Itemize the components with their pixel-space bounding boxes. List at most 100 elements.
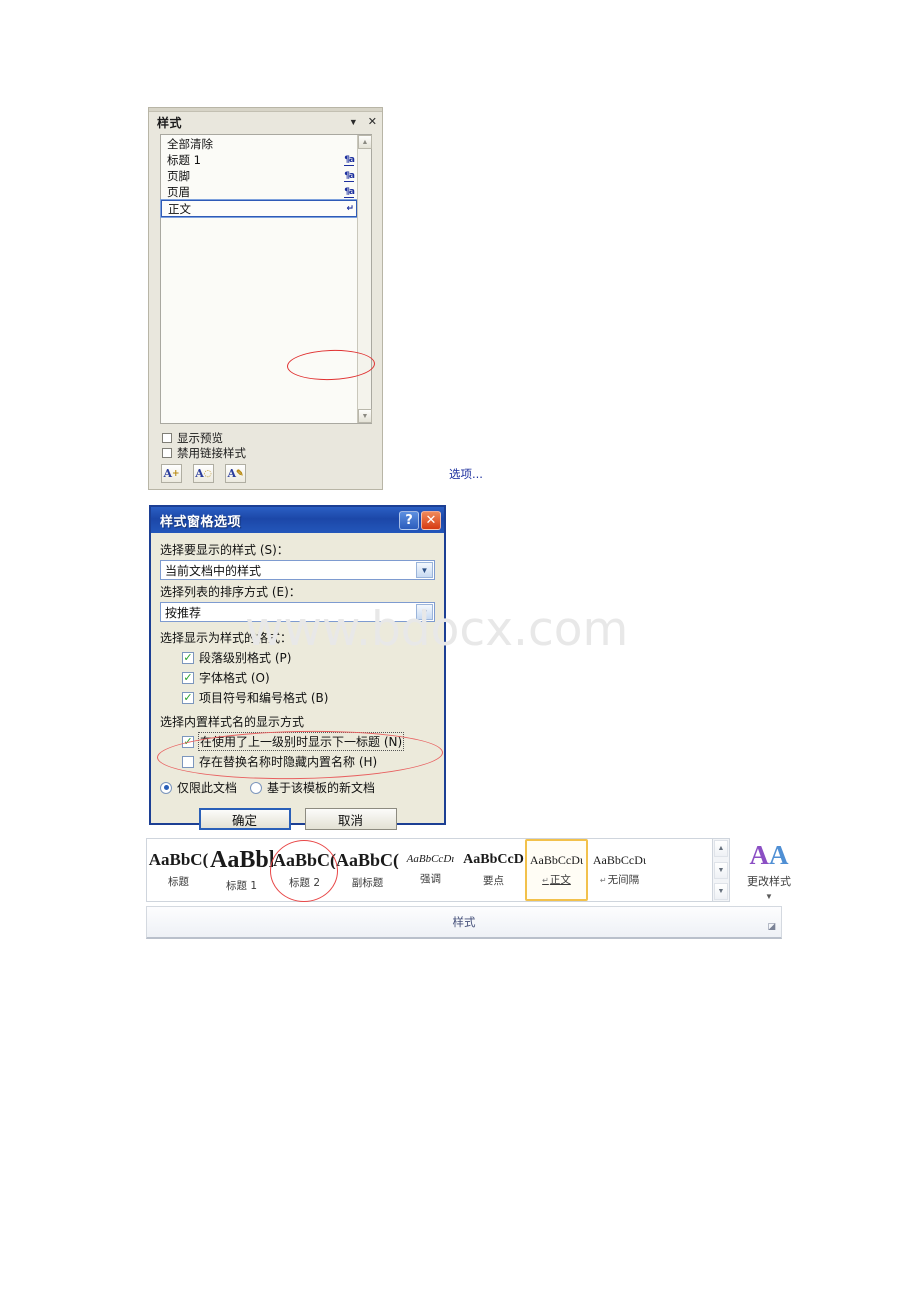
dialog-launcher-icon[interactable]: ◪ [767, 921, 776, 932]
style-preview-sample: AaBbC( [336, 850, 399, 869]
scroll-up-icon[interactable]: ▲ [358, 135, 372, 149]
paragraph-mark-icon: ↵ [599, 875, 607, 885]
gallery-more-icon[interactable]: ▼ [714, 883, 728, 900]
checkbox-label: 存在替换名称时隐藏内置名称 (H) [199, 755, 378, 769]
checkbox-label: 显示预览 [177, 431, 223, 445]
select-styles-label: 选择要显示的样式 (S)： [160, 543, 289, 557]
list-item[interactable]: 页脚 ¶a [161, 168, 357, 184]
show-preview-checkbox[interactable]: 显示预览 [162, 430, 223, 446]
chevron-down-icon[interactable]: ▼ [349, 117, 358, 127]
close-icon[interactable]: ✕ [368, 116, 377, 128]
checkbox-icon [162, 448, 172, 458]
change-styles-label: 更改样式 [747, 875, 791, 888]
show-next-heading-checkbox[interactable]: ✓ 在使用了上一级别时显示下一标题 (N) [182, 732, 435, 751]
styles-list-scrollbar[interactable]: ▲ ▼ [357, 135, 372, 423]
format-section-label: 选择显示为样式的格式： [160, 631, 293, 645]
gallery-item-strong[interactable]: AaBbCcD 要点 [462, 839, 525, 901]
new-style-button[interactable]: A + [161, 464, 182, 483]
sort-order-label: 选择列表的排序方式 (E)： [160, 585, 301, 599]
style-preview-name: 强调 [420, 873, 441, 885]
radio-option-new-documents[interactable]: 基于该模板的新文档 [250, 779, 375, 796]
paragraph-mark-icon: ↵ [542, 875, 549, 885]
style-name: 正文 [168, 201, 191, 216]
font-format-checkbox[interactable]: ✓ 字体格式 (O) [182, 669, 435, 686]
checkbox-label: 禁用链接样式 [177, 446, 246, 460]
style-pane-options-dialog: 样式窗格选项 ? ✕ 选择要显示的样式 (S)： 当前文档中的样式 ▼ 选择列表… [149, 505, 446, 830]
styles-list: 全部清除 标题 1 ¶a 页脚 ¶a 页眉 ¶a 正文 ↵ [160, 135, 358, 218]
dialog-titlebar[interactable]: 样式窗格选项 ? ✕ [151, 507, 444, 533]
checkbox-icon [182, 755, 194, 768]
style-name: 页眉 [167, 185, 190, 199]
options-link[interactable]: 选项... [449, 466, 483, 482]
styles-pane-header: 样式 ▼ ✕ [149, 112, 382, 132]
style-preview-sample: AaBbCcDι [529, 853, 584, 866]
gallery-item-heading1[interactable]: AaBbl 标题 1 [210, 839, 273, 901]
styles-task-pane: 样式 ▼ ✕ 全部清除 标题 1 ¶a 页脚 ¶a 页眉 ¶a 正文 ↵ ▲ ▼… [148, 107, 483, 490]
gallery-item-heading2[interactable]: AaBbC( 标题 2 [273, 839, 336, 901]
manage-styles-button[interactable]: A ✎ [225, 464, 246, 483]
sort-order-dropdown[interactable]: 按推荐 ▼ [160, 602, 435, 622]
gallery-item-no-spacing[interactable]: AaBbCcDι ↵无间隔 [588, 839, 651, 901]
checkbox-checked-icon: ✓ [182, 691, 194, 704]
style-inspector-button[interactable]: A ◌ [193, 464, 214, 483]
chevron-down-icon[interactable]: ▼ [765, 892, 773, 901]
checkbox-label: 在使用了上一级别时显示下一标题 (N) [197, 732, 405, 751]
scroll-down-icon[interactable]: ▼ [714, 861, 728, 879]
select-styles-value: 当前文档中的样式 [165, 563, 262, 578]
hide-builtin-name-checkbox[interactable]: 存在替换名称时隐藏内置名称 (H) [182, 753, 435, 770]
radio-selected-icon[interactable] [160, 781, 172, 794]
radio-label-new-documents: 基于该模板的新文档 [267, 781, 376, 795]
style-preview-name: 标题 2 [288, 876, 321, 889]
ok-button[interactable]: 确定 [198, 808, 291, 830]
style-name: 全部清除 [167, 137, 213, 151]
gallery-item-emphasis[interactable]: AaBbCcDı 强调 [399, 839, 462, 901]
gallery-scrollbar[interactable]: ▲ ▼ ▼ [713, 838, 730, 902]
radio-label-this-document[interactable]: 仅限此文档 [177, 779, 237, 796]
paragraph-mark-icon: ¶a [344, 186, 355, 198]
close-icon[interactable]: ✕ [421, 510, 441, 530]
style-preview-name-text: 正文 [549, 873, 571, 886]
bullet-numbering-format-checkbox[interactable]: ✓ 项目符号和编号格式 (B) [182, 689, 435, 706]
gallery-item-subtitle[interactable]: AaBbC( 副标题 [336, 839, 399, 901]
style-preview-name: 副标题 [351, 876, 384, 889]
checkbox-checked-icon: ✓ [182, 735, 194, 748]
style-preview-sample: AaBbCcDι [592, 853, 647, 866]
list-item[interactable]: 全部清除 [161, 136, 357, 152]
style-preview-sample: AaBbC( [148, 851, 209, 868]
list-item-selected[interactable]: 正文 ↵ [160, 199, 358, 218]
builtin-section-label: 选择内置样式名的显示方式 [160, 715, 305, 729]
style-preview-name: 标题 1 [225, 879, 258, 892]
sort-order-value: 按推荐 [165, 605, 202, 620]
checkbox-label: 段落级别格式 (P) [199, 651, 292, 665]
gallery-item-normal-selected[interactable]: AaBbCcDι ↵正文 [525, 839, 588, 901]
style-name: 页脚 [167, 169, 190, 183]
paragraph-mark-icon: ¶a [344, 154, 355, 166]
help-icon[interactable]: ? [399, 510, 419, 530]
disable-linked-styles-checkbox[interactable]: 禁用链接样式 [162, 445, 246, 461]
select-styles-dropdown[interactable]: 当前文档中的样式 ▼ [160, 560, 435, 580]
new-style-icon: A + [163, 467, 180, 480]
style-preview-name: 要点 [483, 874, 504, 887]
scroll-down-icon[interactable]: ▼ [358, 409, 372, 423]
style-name: 标题 1 [167, 153, 201, 167]
radio-dot [163, 785, 169, 790]
scroll-up-icon[interactable]: ▲ [714, 840, 728, 857]
styles-ribbon-group: AaBbC( 标题 AaBbl 标题 1 AaBbC( 标题 2 AaBbC( … [146, 838, 791, 943]
chevron-down-icon[interactable]: ▼ [416, 562, 433, 578]
list-item[interactable]: 标题 1 ¶a [161, 152, 357, 168]
cancel-button[interactable]: 取消 [304, 808, 397, 830]
style-preview-name: 标题 [168, 876, 189, 888]
dialog-body: 选择要显示的样式 (S)： 当前文档中的样式 ▼ 选择列表的排序方式 (E)： … [151, 533, 444, 830]
paragraph-mark-icon: ↵ [346, 203, 353, 214]
styles-pane-title: 样式 [157, 115, 183, 130]
style-preview-name: ↵正文 [542, 872, 571, 887]
ribbon-group-name: 样式 [452, 915, 476, 929]
styles-list-box[interactable]: 全部清除 标题 1 ¶a 页脚 ¶a 页眉 ¶a 正文 ↵ ▲ ▼ [160, 134, 372, 424]
chevron-down-icon[interactable]: ▼ [416, 604, 433, 620]
checkbox-checked-icon: ✓ [182, 671, 194, 684]
gallery-item-title[interactable]: AaBbC( 标题 [147, 839, 210, 901]
radio-icon[interactable] [250, 781, 263, 794]
paragraph-level-format-checkbox[interactable]: ✓ 段落级别格式 (P) [182, 649, 435, 666]
list-item[interactable]: 页眉 ¶a [161, 184, 357, 200]
quick-style-gallery: AaBbC( 标题 AaBbl 标题 1 AaBbC( 标题 2 AaBbC( … [146, 838, 713, 902]
